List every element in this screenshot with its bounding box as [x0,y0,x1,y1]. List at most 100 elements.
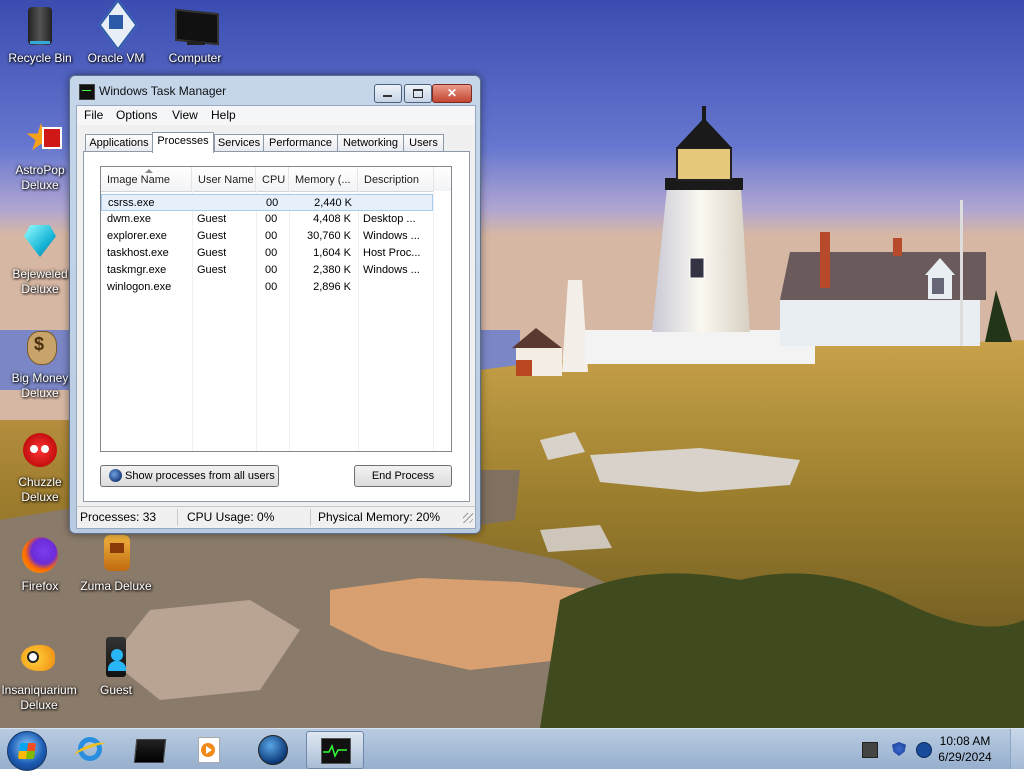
cell-cpu: 00 [265,213,278,225]
column-cpu[interactable]: CPU [256,167,289,191]
cell-description: Host Proc... [363,247,421,259]
status-bar: Processes: 33 CPU Usage: 0% Physical Mem… [77,506,475,528]
column-description[interactable]: Description [358,167,434,191]
status-cpu-usage: CPU Usage: 0% [187,510,275,524]
close-icon: ✕ [446,86,458,100]
desktop-icon-guest[interactable]: Guest [76,637,156,698]
cell-user: Guest [197,247,227,259]
desktop-icon-zuma[interactable]: Zuma Deluxe [76,533,156,594]
column-memory[interactable]: Memory (... [289,167,358,191]
tab-services[interactable]: Services [214,134,264,152]
table-row[interactable]: winlogon.exe 00 2,896 K [101,279,433,296]
globe-icon [258,735,288,765]
desktop-icon-label: Chuzzle Deluxe [18,475,62,504]
show-desktop-button[interactable] [1010,729,1024,769]
uac-shield-icon [109,469,122,482]
cell-memory: 1,604 K [313,247,351,259]
tab-processes[interactable]: Processes [152,132,214,153]
desktop-icon-oracle-vm[interactable]: Oracle VM [76,0,156,66]
column-user-name[interactable]: User Name [192,167,256,191]
bejeweled-icon [18,221,62,265]
cell-image: explorer.exe [107,230,167,242]
task-manager-window[interactable]: Windows Task Manager ✕ File Options View… [69,75,481,534]
menu-options[interactable]: Options [116,108,157,122]
taskbar-task-manager[interactable] [306,731,364,769]
desktop-icon-big-money[interactable]: $ Big Money Deluxe [0,325,80,401]
status-physical-memory: Physical Memory: 20% [318,510,441,524]
desktop-icon-firefox[interactable]: Firefox [0,533,80,594]
cell-description [364,195,430,212]
tab-performance[interactable]: Performance [263,134,338,152]
cell-memory: 2,380 K [313,264,351,276]
cell-user: Guest [197,264,227,276]
tab-applications[interactable]: Applications [85,134,153,152]
desktop-icon-bejeweled[interactable]: Bejeweled Deluxe [0,221,80,297]
cell-cpu: 00 [265,247,278,259]
desktop-icon-label: Big Money Deluxe [11,371,69,400]
desktop-icon-label: Computer [168,51,222,65]
desktop-icon-insaniquarium[interactable]: Insaniquarium Deluxe [0,637,78,713]
virtualbox-icon [94,0,138,51]
end-process-button[interactable]: End Process [354,465,452,487]
processes-panel: Image Name User Name CPU Memory (... Des… [83,151,470,502]
window-title: Windows Task Manager [99,84,227,98]
start-button[interactable] [7,731,47,771]
taskbar-terminal[interactable] [121,731,177,767]
desktop-icon-label: Oracle VM [87,51,145,65]
cell-memory: 4,408 K [313,213,351,225]
menu-help[interactable]: Help [211,108,236,122]
maximize-button[interactable] [404,84,432,103]
cell-image: csrss.exe [108,197,155,209]
desktop-icon-label: AstroPop Deluxe [15,163,65,192]
table-row[interactable]: dwm.exe Guest 00 4,408 K Desktop ... [101,211,433,228]
taskbar-internet-explorer[interactable] [62,731,118,767]
close-button[interactable]: ✕ [432,84,472,103]
user-folder-icon [94,637,138,681]
table-row[interactable]: explorer.exe Guest 00 30,760 K Windows .… [101,228,433,245]
column-image-name[interactable]: Image Name [101,167,192,191]
desktop-icon-astropop[interactable]: AstroPop Deluxe [0,117,80,193]
cell-memory: 2,896 K [313,281,351,293]
menu-file[interactable]: File [84,108,103,122]
internet-explorer-icon [73,735,107,763]
clock-date: 6/29/2024 [938,750,992,764]
tray-network-icon[interactable] [862,742,878,758]
table-row[interactable]: taskmgr.exe Guest 00 2,380 K Windows ... [101,262,433,279]
process-list[interactable]: Image Name User Name CPU Memory (... Des… [100,166,452,452]
firefox-icon [18,533,62,577]
desktop-icon-label: Zuma Deluxe [80,579,152,593]
process-list-header: Image Name User Name CPU Memory (... Des… [101,167,451,192]
insaniquarium-icon [17,637,61,681]
zuma-icon [94,533,138,577]
tray-volume-icon[interactable] [916,742,932,758]
table-row[interactable]: csrss.exe 00 2,440 K [101,194,433,211]
resize-grip-icon[interactable] [463,513,473,523]
tray-security-shield-icon[interactable] [892,742,906,756]
minimize-button[interactable] [374,84,402,103]
vertical-scrollbar[interactable] [434,191,451,451]
cell-cpu: 00 [265,230,278,242]
cell-memory: 2,440 K [314,197,352,209]
show-all-processes-button[interactable]: Show processes from all users [100,465,279,487]
status-separator [310,509,311,526]
desktop-icon-computer[interactable]: Computer [155,5,235,66]
recycle-bin-icon [18,5,62,49]
desktop-icon-chuzzle[interactable]: Chuzzle Deluxe [0,429,80,505]
taskbar-clock[interactable]: 10:08 AM 6/29/2024 [935,733,995,765]
taskbar-globe[interactable] [244,731,300,767]
chuzzle-icon [18,429,62,473]
cell-description: Desktop ... [363,213,416,225]
desktop-icon-label: Bejeweled Deluxe [12,267,68,296]
status-processes: Processes: 33 [80,510,157,524]
tab-users[interactable]: Users [403,134,444,152]
title-bar[interactable]: Windows Task Manager ✕ [70,76,480,104]
desktop-icon-label: Guest [99,683,132,697]
computer-icon [173,5,219,49]
taskbar-media-player[interactable] [180,731,236,767]
menu-view[interactable]: View [172,108,198,122]
desktop-icon-recycle-bin[interactable]: Recycle Bin [0,5,80,66]
big-money-icon: $ [18,325,62,369]
table-row[interactable]: taskhost.exe Guest 00 1,604 K Host Proc.… [101,245,433,262]
tab-networking[interactable]: Networking [337,134,404,152]
cell-user: Guest [197,230,227,242]
